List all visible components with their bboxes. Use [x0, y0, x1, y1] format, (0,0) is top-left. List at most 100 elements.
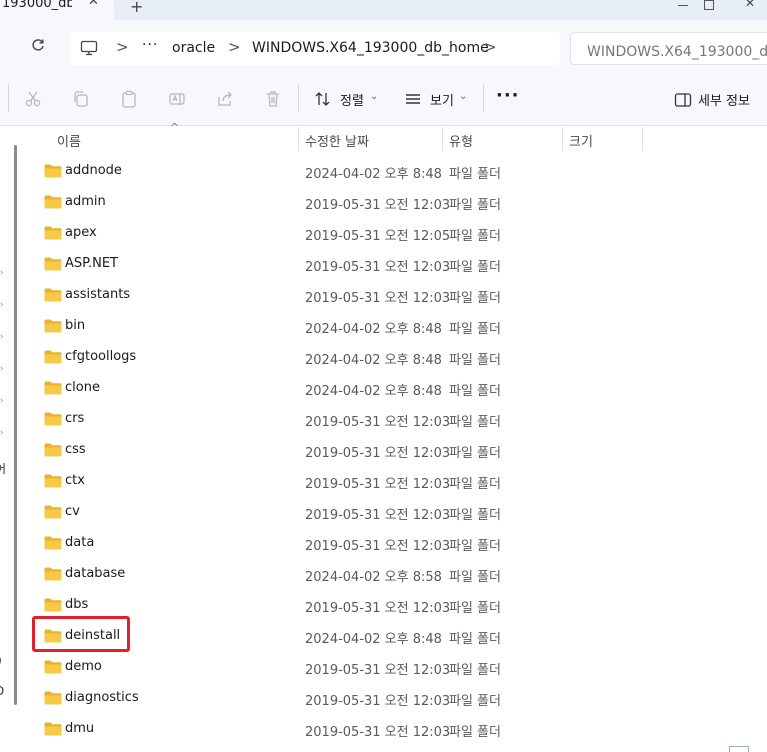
- file-type: 파일 폴더: [449, 415, 501, 430]
- file-type: 파일 폴더: [449, 508, 501, 523]
- column-header-date[interactable]: 수정한 날짜: [305, 131, 369, 150]
- folder-icon: [44, 319, 62, 333]
- breadcrumb-separator[interactable]: >: [116, 38, 129, 56]
- navigation-pane: › › › › › › 어 0 D: [0, 126, 20, 752]
- sort-button[interactable]: 정렬: [340, 90, 364, 109]
- nav-scrollbar[interactable]: [14, 145, 17, 705]
- folder-icon: [44, 164, 62, 178]
- column-divider[interactable]: [298, 127, 299, 151]
- address-bar[interactable]: > ··· oracle > WINDOWS.X64_193000_db_hom…: [70, 32, 560, 65]
- new-tab-button[interactable]: +: [130, 0, 143, 16]
- file-modified-date: 2019-05-31 오전 12:05: [305, 229, 451, 244]
- file-modified-date: 2019-05-31 오전 12:03: [305, 508, 451, 523]
- close-window-button[interactable]: ✕: [745, 0, 755, 10]
- nav-expand-icon[interactable]: ›: [0, 364, 4, 374]
- breadcrumb-separator[interactable]: >: [228, 38, 241, 56]
- file-row[interactable]: clone 2024-04-02 오후 8:48 파일 폴더: [22, 372, 767, 403]
- sort-chevron-down-icon[interactable]: ⌄: [370, 91, 378, 102]
- toolbar-divider: [8, 84, 9, 112]
- refresh-icon[interactable]: [30, 37, 46, 53]
- folder-icon: [44, 288, 62, 302]
- file-row[interactable]: admin 2019-05-31 오전 12:03 파일 폴더: [22, 186, 767, 217]
- maximize-button[interactable]: [700, 0, 716, 10]
- file-row[interactable]: cfgtoollogs 2024-04-02 오후 8:48 파일 폴더: [22, 341, 767, 372]
- file-row[interactable]: addnode 2024-04-02 오후 8:48 파일 폴더: [22, 155, 767, 186]
- column-header-size[interactable]: 크기: [569, 131, 593, 150]
- column-divider[interactable]: [562, 127, 563, 151]
- file-modified-date: 2024-04-02 오후 8:48: [305, 632, 442, 647]
- file-type: 파일 폴더: [449, 694, 501, 709]
- file-row[interactable]: cv 2019-05-31 오전 12:03 파일 폴더: [22, 496, 767, 527]
- file-modified-date: 2024-04-02 오후 8:48: [305, 322, 442, 337]
- nav-item-label[interactable]: 0: [0, 654, 2, 668]
- paste-icon[interactable]: [120, 90, 138, 108]
- nav-expand-icon[interactable]: ›: [0, 332, 4, 342]
- file-row[interactable]: dbs 2019-05-31 오전 12:03 파일 폴더: [22, 589, 767, 620]
- view-icon[interactable]: [404, 90, 422, 108]
- file-row[interactable]: diagnostics 2019-05-31 오전 12:03 파일 폴더: [22, 682, 767, 713]
- file-row[interactable]: dmu 2019-05-31 오전 12:03 파일 폴더: [22, 713, 767, 744]
- column-header-row: ^ 이름 수정한 날짜 유형 크기: [22, 121, 767, 151]
- file-modified-date: 2019-05-31 오전 12:03: [305, 446, 451, 461]
- file-row[interactable]: database 2024-04-02 오후 8:58 파일 폴더: [22, 558, 767, 589]
- nav-expand-icon[interactable]: ›: [0, 268, 4, 278]
- delete-icon[interactable]: [264, 90, 282, 108]
- search-input[interactable]: WINDOWS.X64_193000_db_home 검색: [570, 32, 767, 65]
- tab-current-folder[interactable]: 193000_db_h ✕: [0, 0, 114, 20]
- this-pc-icon[interactable]: [80, 40, 98, 56]
- nav-expand-icon[interactable]: ›: [0, 396, 4, 406]
- nav-expand-icon[interactable]: ›: [0, 300, 4, 310]
- file-explorer-window: 193000_db_h ✕ + ✕ > ··· oracle > WINDOWS…: [0, 0, 767, 752]
- file-row[interactable]: assistants 2019-05-31 오전 12:03 파일 폴더: [22, 279, 767, 310]
- file-name: css: [65, 442, 86, 457]
- view-button[interactable]: 보기: [430, 90, 454, 109]
- file-row[interactable]: deinstall 2024-04-02 오후 8:48 파일 폴더: [22, 620, 767, 651]
- toolbar-divider: [298, 84, 299, 112]
- file-type: 파일 폴더: [449, 198, 501, 213]
- folder-icon: [44, 536, 62, 550]
- file-row[interactable]: bin 2024-04-02 오후 8:48 파일 폴더: [22, 310, 767, 341]
- column-header-type[interactable]: 유형: [449, 131, 473, 150]
- file-modified-date: 2024-04-02 오후 8:48: [305, 384, 442, 399]
- file-row[interactable]: ctx 2019-05-31 오전 12:03 파일 폴더: [22, 465, 767, 496]
- breadcrumb-oracle[interactable]: oracle: [172, 40, 215, 56]
- details-button[interactable]: 세부 정보: [698, 90, 750, 109]
- tab-close-icon[interactable]: ✕: [88, 0, 99, 9]
- file-type: 파일 폴더: [449, 167, 501, 182]
- file-name: admin: [65, 194, 106, 209]
- file-row[interactable]: ASP.NET 2019-05-31 오전 12:03 파일 폴더: [22, 248, 767, 279]
- breadcrumb-db-home[interactable]: WINDOWS.X64_193000_db_home: [252, 40, 489, 56]
- breadcrumb-overflow-button[interactable]: ···: [142, 37, 158, 53]
- tab-bar: 193000_db_h ✕ + ✕: [0, 0, 767, 20]
- file-name: data: [65, 535, 95, 550]
- file-name: crs: [65, 411, 85, 426]
- cut-icon[interactable]: [24, 90, 42, 108]
- see-more-button[interactable]: ···: [496, 85, 520, 106]
- file-row[interactable]: demo 2019-05-31 오전 12:03 파일 폴더: [22, 651, 767, 682]
- nav-item-label[interactable]: D: [0, 684, 4, 698]
- file-row[interactable]: css 2019-05-31 오전 12:03 파일 폴더: [22, 434, 767, 465]
- nav-item-label[interactable]: 어: [0, 460, 6, 477]
- file-type: 파일 폴더: [449, 725, 501, 740]
- view-chevron-down-icon[interactable]: ⌄: [459, 91, 467, 102]
- file-row[interactable]: data 2019-05-31 오전 12:03 파일 폴더: [22, 527, 767, 558]
- file-row[interactable]: crs 2019-05-31 오전 12:03 파일 폴더: [22, 403, 767, 434]
- file-type: 파일 폴더: [449, 353, 501, 368]
- highlight-annotation: [32, 616, 130, 652]
- details-pane-icon[interactable]: [674, 91, 692, 109]
- tab-title: 193000_db_h: [2, 0, 72, 11]
- column-divider[interactable]: [442, 127, 443, 151]
- share-icon[interactable]: [216, 90, 234, 108]
- nav-expand-icon[interactable]: ›: [0, 428, 4, 438]
- file-row[interactable]: apex 2019-05-31 오전 12:05 파일 폴더: [22, 217, 767, 248]
- column-divider[interactable]: [642, 127, 643, 151]
- file-name: clone: [65, 380, 100, 395]
- breadcrumb-separator[interactable]: >: [484, 38, 497, 56]
- folder-icon: [44, 567, 62, 581]
- rename-icon[interactable]: [168, 90, 186, 108]
- file-modified-date: 2019-05-31 오전 12:03: [305, 539, 451, 554]
- minimize-button[interactable]: [675, 0, 691, 10]
- copy-icon[interactable]: [72, 90, 90, 108]
- sort-icon[interactable]: [314, 90, 332, 108]
- column-header-name[interactable]: 이름: [57, 131, 81, 150]
